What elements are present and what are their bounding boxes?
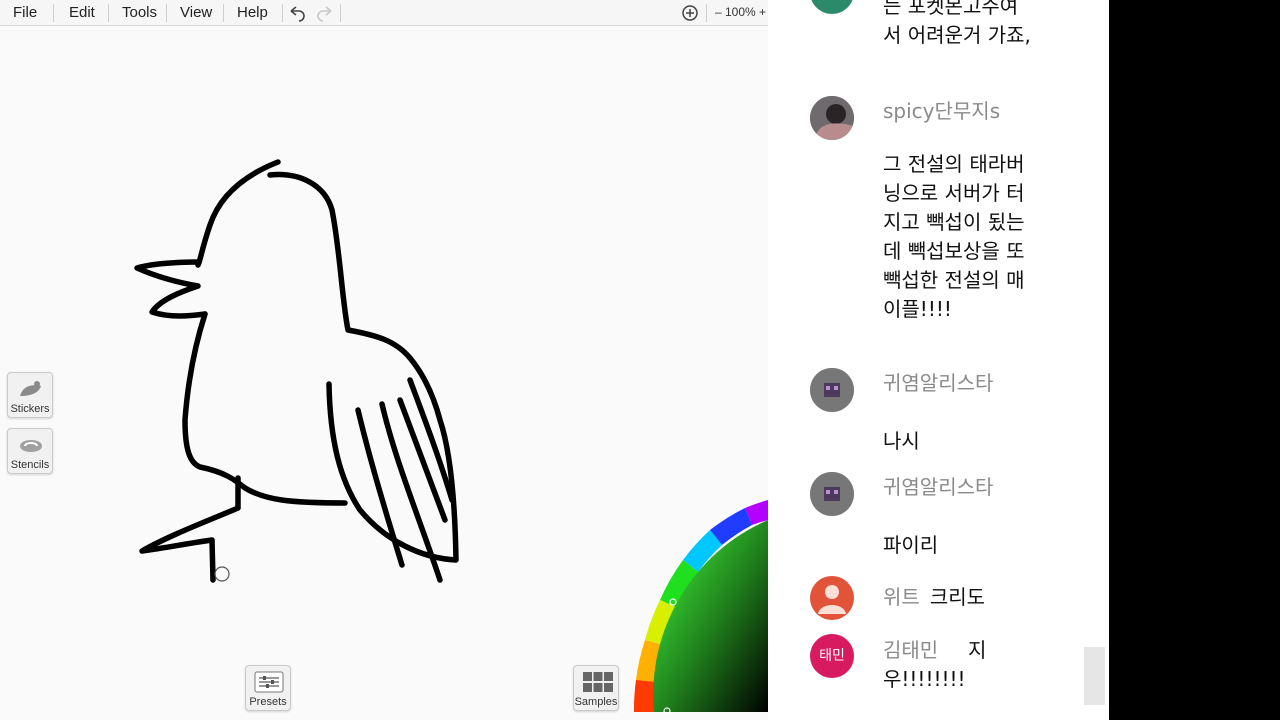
menu-divider — [108, 4, 109, 22]
user-avatar — [810, 472, 854, 516]
message-author: 위트 크리도 — [883, 583, 1083, 612]
chat-scrollbar[interactable] — [1084, 647, 1105, 705]
feather-stroke — [355, 407, 405, 568]
menu-tools[interactable]: Tools — [122, 4, 157, 21]
bird-back-stroke — [267, 171, 413, 361]
menu-divider — [282, 4, 283, 22]
menu-help[interactable]: Help — [237, 4, 268, 21]
bird-beak-stroke — [134, 259, 208, 319]
user-avatar — [810, 96, 854, 140]
samples-icon — [583, 672, 613, 692]
stencils-icon — [20, 440, 42, 452]
user-avatar — [810, 576, 854, 620]
menu-view[interactable]: View — [180, 4, 212, 21]
message-text: 나시 — [883, 429, 920, 453]
redo-icon[interactable] — [314, 3, 336, 23]
message-author[interactable]: spicy단무지s — [883, 97, 1011, 126]
menu-bar: File Edit Tools View Help – 100% + — [0, 0, 768, 26]
menu-edit[interactable]: Edit — [69, 4, 95, 21]
bird-head-stroke — [195, 159, 281, 268]
add-layer-icon[interactable] — [679, 3, 701, 23]
menu-divider — [166, 4, 167, 22]
menu-divider — [706, 4, 707, 22]
black-margin — [1109, 0, 1280, 720]
zoom-control[interactable]: – 100% + — [715, 5, 766, 19]
message-text: 파이리 — [883, 533, 939, 557]
samples-button[interactable]: Samples — [573, 665, 619, 711]
stencils-button[interactable]: Stencils — [7, 428, 53, 474]
author-name[interactable]: 위트 — [883, 585, 920, 609]
stencils-label: Stencils — [10, 459, 50, 471]
user-avatar: 태민 — [810, 634, 854, 678]
bird-body-stroke — [182, 311, 348, 506]
message-author[interactable]: 귀염알리스타 — [883, 369, 1013, 398]
brush-cursor — [214, 566, 230, 582]
samples-label: Samples — [574, 696, 618, 708]
menu-file[interactable]: File — [13, 4, 37, 21]
message-text: 그 전설의 태라버닝으로 서버가 터지고 빽섭이 됬는데 빽섭보상을 또 빽섭한… — [883, 152, 1025, 321]
stickers-button[interactable]: Stickers — [7, 372, 53, 418]
drawing-app: File Edit Tools View Help – 100% + Stick… — [0, 0, 768, 720]
live-chat-panel: 는 포켓몬고주여서 어려운거 가죠, spicy단무지s 그 전설의 태라버닝으… — [768, 0, 1109, 720]
stickers-icon — [20, 381, 41, 396]
menu-divider — [340, 4, 341, 22]
presets-button[interactable]: Presets — [245, 665, 291, 711]
presets-icon — [254, 671, 284, 693]
bird-leg-stroke — [139, 475, 241, 583]
menu-divider — [223, 4, 224, 22]
presets-label: Presets — [249, 696, 287, 708]
message-text: 는 포켓몬고주여서 어려운거 가죠, — [883, 0, 1031, 47]
user-avatar — [810, 0, 854, 14]
message-author[interactable]: 귀염알리스타 — [883, 473, 1013, 502]
menu-divider — [53, 4, 54, 22]
avatar-image — [810, 472, 854, 516]
message-text: 지우!!!!!!!! — [883, 638, 987, 691]
undo-icon[interactable] — [286, 3, 308, 23]
stickers-label: Stickers — [10, 403, 50, 415]
color-picker-wheel[interactable] — [620, 490, 768, 720]
avatar-image — [810, 96, 854, 140]
default-avatar-icon — [818, 585, 846, 614]
message-text: 크리도 — [929, 585, 986, 609]
user-avatar — [810, 368, 854, 412]
avatar-image — [810, 368, 854, 412]
